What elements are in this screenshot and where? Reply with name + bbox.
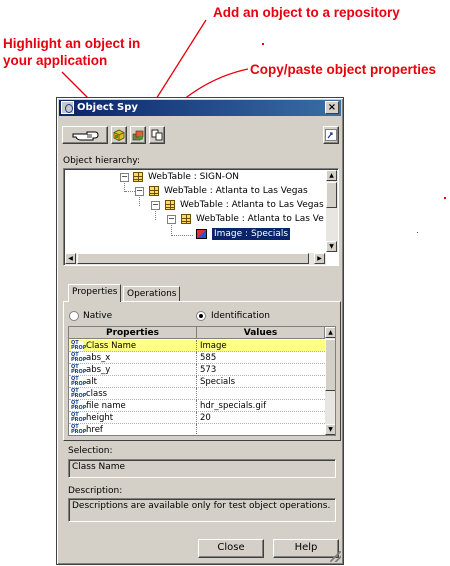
tree-horizontal-scrollbar[interactable]: ◀ ▶: [65, 253, 326, 265]
table-row[interactable]: QT PROP href: [69, 424, 325, 435]
tree-node-image-selected[interactable]: Image : Specials: [212, 228, 291, 240]
property-icon: QT PROP: [71, 364, 87, 375]
add-to-repository-icon: [132, 130, 144, 141]
add-to-repository-button[interactable]: [130, 126, 146, 144]
description-label: Description:: [68, 486, 123, 496]
tree-collapse-icon[interactable]: −: [135, 187, 144, 196]
tree-node-webtable[interactable]: WebTable : Atlanta to Las Vegas: [164, 185, 308, 197]
table-row[interactable]: QT PROP height 20: [69, 412, 325, 424]
description-field: Descriptions are available only for test…: [68, 498, 336, 522]
webtable-icon: [165, 200, 175, 210]
object-spy-dialog: Object Spy × Object hierarchy: − WebTabl…: [56, 97, 344, 565]
copy-paste-icon: [151, 129, 163, 141]
scroll-right-icon[interactable]: ▶: [314, 253, 325, 264]
tree-vertical-scrollbar[interactable]: ▲ ▼: [326, 170, 338, 252]
identification-radio[interactable]: [196, 311, 206, 321]
tree-collapse-icon[interactable]: −: [151, 201, 160, 210]
scroll-thumb[interactable]: [326, 182, 337, 208]
tree-connector: [155, 211, 156, 220]
scroll-up-icon[interactable]: ▲: [326, 170, 337, 181]
webtable-icon: [181, 214, 191, 224]
resize-grip[interactable]: [330, 551, 341, 562]
tree-node-webtable[interactable]: WebTable : Atlanta to Las Ve: [196, 213, 324, 225]
scroll-down-icon[interactable]: ▼: [326, 241, 337, 252]
property-icon: QT PROP: [71, 412, 87, 423]
highlight-in-application-button[interactable]: [111, 126, 127, 144]
selection-label: Selection:: [68, 446, 113, 456]
tree-node-webtable[interactable]: WebTable : SIGN-ON: [148, 171, 239, 183]
selection-field: Class Name: [68, 459, 336, 478]
annotation-speck: [444, 197, 446, 199]
tree-connector: [139, 197, 140, 206]
window-title: Object Spy: [77, 102, 138, 113]
grid-vertical-scrollbar[interactable]: ▲ ▼: [325, 327, 335, 435]
property-icon: QT PROP: [71, 424, 87, 435]
scroll-up-icon[interactable]: ▲: [325, 327, 335, 338]
table-row[interactable]: QT PROP abs_y 573: [69, 364, 325, 376]
scroll-thumb[interactable]: [77, 253, 309, 264]
help-icon: [325, 129, 337, 141]
annotation-speck: [417, 232, 418, 233]
properties-grid[interactable]: Properties Values QT PROP Class Name Imag…: [68, 326, 336, 436]
native-label: Native: [83, 311, 113, 321]
property-icon: QT PROP: [71, 400, 87, 411]
header-values[interactable]: Values: [197, 327, 325, 339]
table-row[interactable]: QT PROP Class Name Image: [69, 340, 325, 352]
header-properties[interactable]: Properties: [69, 327, 197, 339]
property-icon: QT PROP: [71, 352, 87, 363]
object-hierarchy-tree[interactable]: − WebTable : SIGN-ON − WebTable : Atlant…: [63, 168, 339, 266]
close-button[interactable]: Close: [198, 539, 264, 558]
property-icon: QT PROP: [71, 388, 87, 399]
scroll-left-icon[interactable]: ◀: [65, 253, 76, 264]
webtable-icon: [149, 186, 159, 196]
tab-operations[interactable]: Operations: [123, 286, 181, 301]
title-bar: Object Spy ×: [59, 100, 341, 116]
copy-paste-button[interactable]: [149, 126, 165, 144]
image-icon: [196, 229, 207, 239]
close-icon[interactable]: ×: [325, 101, 339, 114]
highlight-cube-icon: [113, 129, 125, 141]
scroll-down-icon[interactable]: ▼: [325, 424, 335, 435]
help-pointer-button[interactable]: [323, 126, 339, 144]
table-row[interactable]: QT PROP abs_x 585: [69, 352, 325, 364]
native-radio[interactable]: [69, 311, 79, 321]
tree-connector: [125, 191, 135, 192]
table-row[interactable]: QT PROP alt Specials: [69, 376, 325, 388]
pointing-hand-icon: [72, 131, 99, 141]
table-row[interactable]: QT PROP class: [69, 388, 325, 400]
property-icon: QT PROP: [71, 340, 87, 351]
table-row[interactable]: QT PROP file name hdr_specials.gif: [69, 400, 325, 412]
tree-node-webtable[interactable]: WebTable : Atlanta to Las Vegas: [180, 199, 324, 211]
object-spy-icon: [61, 101, 74, 114]
tree-connector: [124, 183, 125, 192]
identification-label: Identification: [211, 311, 271, 321]
grid-header: Properties Values: [69, 327, 325, 339]
property-icon: QT PROP: [71, 376, 87, 387]
tree-collapse-icon[interactable]: −: [120, 173, 129, 182]
tree-connector: [171, 235, 193, 236]
object-hierarchy-label: Object hierarchy:: [63, 156, 140, 166]
tab-properties[interactable]: Properties: [68, 284, 122, 302]
pointing-hand-button[interactable]: [62, 126, 108, 144]
tree-collapse-icon[interactable]: −: [167, 215, 176, 224]
annotation-speck: [262, 43, 264, 45]
scroll-thumb[interactable]: [325, 339, 335, 391]
webtable-icon: [133, 172, 143, 182]
